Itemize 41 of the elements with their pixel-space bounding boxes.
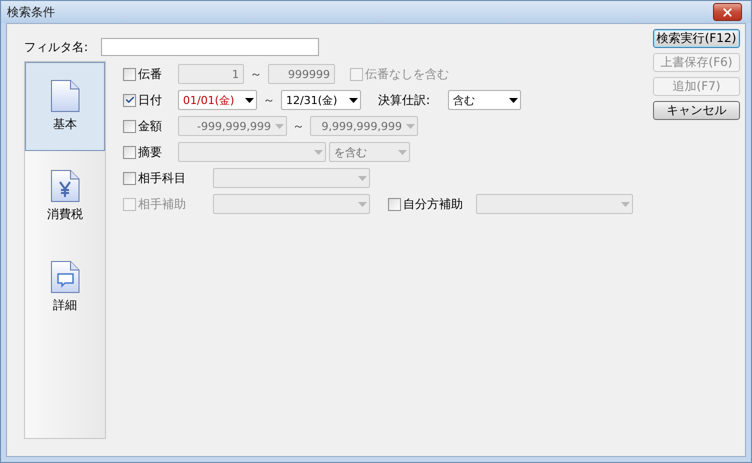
checkbox-label: 日付 bbox=[138, 92, 162, 108]
checkbox[interactable] bbox=[123, 120, 136, 132]
dialog-button[interactable]: 検索実行(F12) bbox=[653, 29, 740, 48]
filter-name-field[interactable] bbox=[101, 38, 319, 56]
checkbox-label: 自分方補助 bbox=[403, 196, 463, 212]
sidebar-item[interactable]: 消費税 bbox=[25, 151, 105, 242]
dropdown-field[interactable]: 含む bbox=[448, 90, 521, 110]
caret-icon bbox=[358, 175, 367, 181]
caret-icon bbox=[621, 201, 630, 207]
caret-icon bbox=[349, 97, 358, 103]
filter-name-label: フィルタ名: bbox=[24, 38, 90, 56]
caret-icon bbox=[398, 149, 407, 155]
sidebar-item[interactable]: 詳細 bbox=[25, 242, 105, 333]
dropdown-field[interactable]: 12/31(金) bbox=[281, 90, 361, 110]
document-icon bbox=[50, 80, 80, 112]
dropdown-field[interactable]: 01/01(金) bbox=[178, 90, 257, 110]
caret-icon bbox=[245, 97, 254, 103]
close-icon bbox=[721, 6, 734, 18]
caret-icon bbox=[358, 201, 367, 207]
checkbox-label: 伝番なしを含む bbox=[365, 66, 449, 82]
checkbox[interactable] bbox=[123, 146, 136, 158]
checkbox-label: 相手科目 bbox=[138, 170, 186, 186]
caret-icon bbox=[275, 123, 284, 129]
field-label: 決算仕訳: bbox=[378, 92, 432, 108]
checkbox-label: 摘要 bbox=[138, 144, 162, 160]
checkbox[interactable] bbox=[123, 94, 136, 106]
dialog-button[interactable]: キャンセル bbox=[653, 101, 740, 120]
checkbox-label: 相手補助 bbox=[138, 196, 186, 212]
caret-icon bbox=[406, 123, 415, 129]
window-title: 検索条件 bbox=[7, 4, 55, 20]
caret-icon bbox=[509, 97, 518, 103]
speech-bubble-document-icon bbox=[50, 261, 80, 293]
sidebar-item[interactable]: 基本 bbox=[25, 62, 105, 151]
dialog-background: フィルタ名: 基本 消費税 詳細 伝番 1 ～ 999999 伝番なしを含む 日付 01/01(金) ～ 12/31(金) 決算仕訳: 含む 金額 -999,999,999 ～ 9,999,999,999 摘要 を含む 相手科目 相手補助 自分方補助 検索実行(F12) 上書保存(F6) 追加(F7) キャンセル bbox=[6, 23, 746, 457]
checkbox[interactable] bbox=[123, 172, 136, 184]
checkbox[interactable] bbox=[123, 68, 136, 80]
close-button[interactable] bbox=[713, 3, 742, 21]
caret-icon bbox=[314, 149, 323, 155]
checkbox-label: 金額 bbox=[138, 118, 162, 134]
yen-document-icon bbox=[50, 170, 80, 202]
checkbox-label: 伝番 bbox=[138, 66, 162, 82]
